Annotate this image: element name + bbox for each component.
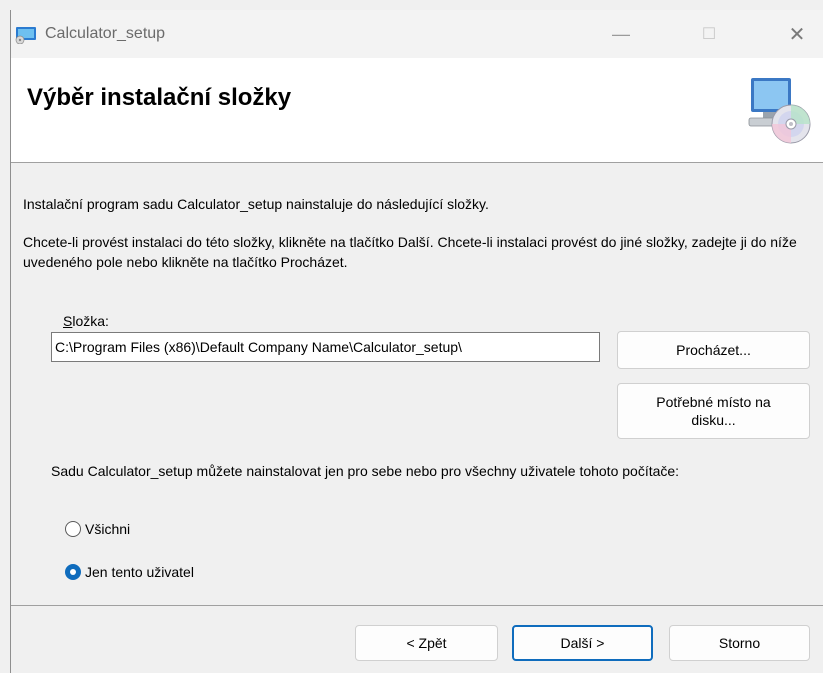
wizard-header: Výběr instalační složky xyxy=(11,58,823,163)
cancel-button-label: Storno xyxy=(718,635,761,651)
maximize-button[interactable]: ☐ xyxy=(686,16,732,52)
title-bar[interactable]: Calculator_setup — ☐ ✕ xyxy=(11,10,823,58)
browse-button-label: Procházet... xyxy=(676,342,751,358)
maximize-icon: ☐ xyxy=(701,26,717,43)
radio-everyone-circle[interactable] xyxy=(65,521,81,537)
radio-just-me[interactable]: Jen tento uživatel xyxy=(65,564,194,580)
installer-app-icon xyxy=(15,27,36,44)
next-button-label: Další > xyxy=(560,635,605,651)
folder-path-input[interactable] xyxy=(51,332,600,362)
radio-just-me-circle[interactable] xyxy=(65,564,81,580)
radio-everyone[interactable]: Všichni xyxy=(65,521,130,537)
window-title: Calculator_setup xyxy=(45,25,166,42)
back-button-label: < Zpět xyxy=(406,635,447,651)
browse-button[interactable]: Procházet... xyxy=(617,331,810,369)
setup-window: Calculator_setup — ☐ ✕ Výběr instalační … xyxy=(10,10,823,673)
page-title: Výběr instalační složky xyxy=(27,84,292,111)
back-button[interactable]: < Zpět xyxy=(355,625,498,661)
folder-label-accesskey: S xyxy=(63,313,73,329)
computer-cd-icon xyxy=(748,78,811,144)
close-icon: ✕ xyxy=(788,23,806,46)
cancel-button[interactable]: Storno xyxy=(669,625,810,661)
minimize-icon: — xyxy=(612,23,630,44)
close-button[interactable]: ✕ xyxy=(774,16,820,52)
install-scope-text: Sadu Calculator_setup můžete nainstalova… xyxy=(51,463,680,479)
radio-everyone-label: Všichni xyxy=(85,521,131,537)
footer-separator xyxy=(11,605,823,606)
intro-text: Instalační program sadu Calculator_setup… xyxy=(23,196,489,212)
disk-cost-button-label: Potřebné místo na disku... xyxy=(656,394,771,428)
disk-cost-button[interactable]: Potřebné místo na disku... xyxy=(617,383,810,439)
minimize-button[interactable]: — xyxy=(598,16,644,52)
next-button[interactable]: Další > xyxy=(512,625,653,661)
folder-label: Složka: xyxy=(63,313,109,329)
folder-label-rest: ložka: xyxy=(72,313,109,329)
instructions-text: Chcete-li provést instalaci do této slož… xyxy=(23,234,797,270)
radio-just-me-label: Jen tento uživatel xyxy=(85,564,194,580)
